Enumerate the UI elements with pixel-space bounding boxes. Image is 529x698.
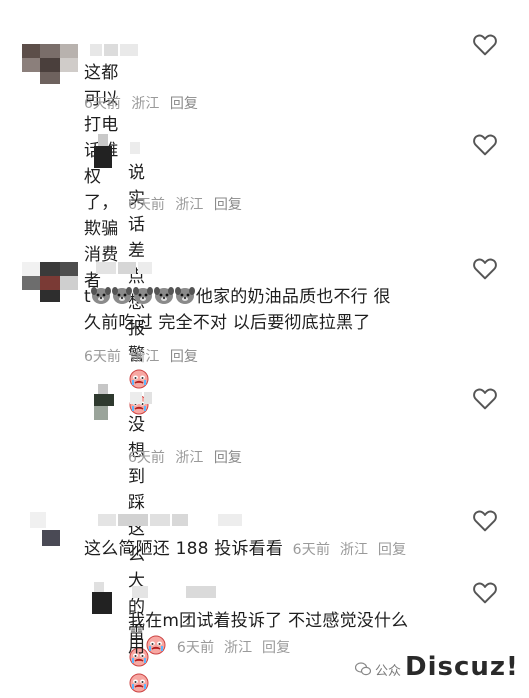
avatar[interactable] xyxy=(22,262,78,302)
comment-time: 6天前 xyxy=(128,197,165,213)
crying-face-icon xyxy=(129,673,149,693)
comment-meta: 6天前 浙江 回复 xyxy=(84,93,204,113)
comment-time: 6天前 xyxy=(84,96,121,112)
comment-text: t 他家的奶油品质也不行 很 久前吃过 完全不对 以后要彻底拉黑了 xyxy=(84,287,391,333)
like-heart-icon[interactable] xyxy=(472,256,498,280)
reply-button[interactable]: 回复 xyxy=(262,640,290,656)
comment-location: 浙江 xyxy=(175,450,204,466)
reply-button[interactable]: 回复 xyxy=(378,542,406,558)
dog-head-icon xyxy=(174,287,195,304)
comment-location: 浙江 xyxy=(339,542,369,558)
dog-head-icon xyxy=(90,287,111,304)
crying-face-icon xyxy=(129,369,149,389)
reply-button[interactable]: 回复 xyxy=(170,96,198,112)
comment-location: 浙江 xyxy=(131,96,160,112)
comment-time: 6天前 xyxy=(176,640,215,656)
comment-text: 这么简陋还 188 投诉看看 6天前 浙江 回复 xyxy=(84,536,411,563)
comment-meta: 6天前 浙江 回复 xyxy=(84,346,204,366)
reply-button[interactable]: 回复 xyxy=(170,349,198,365)
reply-button[interactable]: 回复 xyxy=(214,450,242,466)
watermark-brand: Discuz! xyxy=(405,652,519,682)
comment-location: 浙江 xyxy=(131,349,160,365)
reply-meta: 6天前 浙江 回复 xyxy=(128,447,248,467)
reply-meta: 6天前 浙江 回复 xyxy=(128,194,248,214)
avatar[interactable] xyxy=(92,582,122,616)
avatar[interactable] xyxy=(22,44,78,84)
comment-location: 浙江 xyxy=(223,640,253,656)
dog-head-icon xyxy=(153,287,174,304)
dog-head-icon xyxy=(111,287,132,304)
like-heart-icon[interactable] xyxy=(472,32,498,56)
reply-button[interactable]: 回复 xyxy=(214,197,242,213)
comment-location: 浙江 xyxy=(175,197,204,213)
watermark: 公众 Discuz! xyxy=(355,648,529,690)
reply-meta: 6天前 浙江 回复 xyxy=(177,640,296,656)
like-heart-icon[interactable] xyxy=(472,386,498,410)
comment-time: 6天前 xyxy=(128,450,165,466)
watermark-prefix: 公众 xyxy=(375,664,402,679)
like-heart-icon[interactable] xyxy=(472,580,498,604)
comment-time: 6天前 xyxy=(292,542,331,558)
avatar[interactable] xyxy=(94,384,124,422)
wechat-icon xyxy=(355,662,371,676)
crying-face-icon xyxy=(146,635,166,655)
dog-head-icon xyxy=(132,287,153,304)
comment-meta: 6天前 浙江 回复 xyxy=(293,542,412,558)
like-heart-icon[interactable] xyxy=(472,132,498,156)
like-heart-icon[interactable] xyxy=(472,508,498,532)
comment-time: 6天前 xyxy=(84,349,121,365)
avatar[interactable] xyxy=(94,134,124,170)
avatar[interactable] xyxy=(30,512,64,550)
